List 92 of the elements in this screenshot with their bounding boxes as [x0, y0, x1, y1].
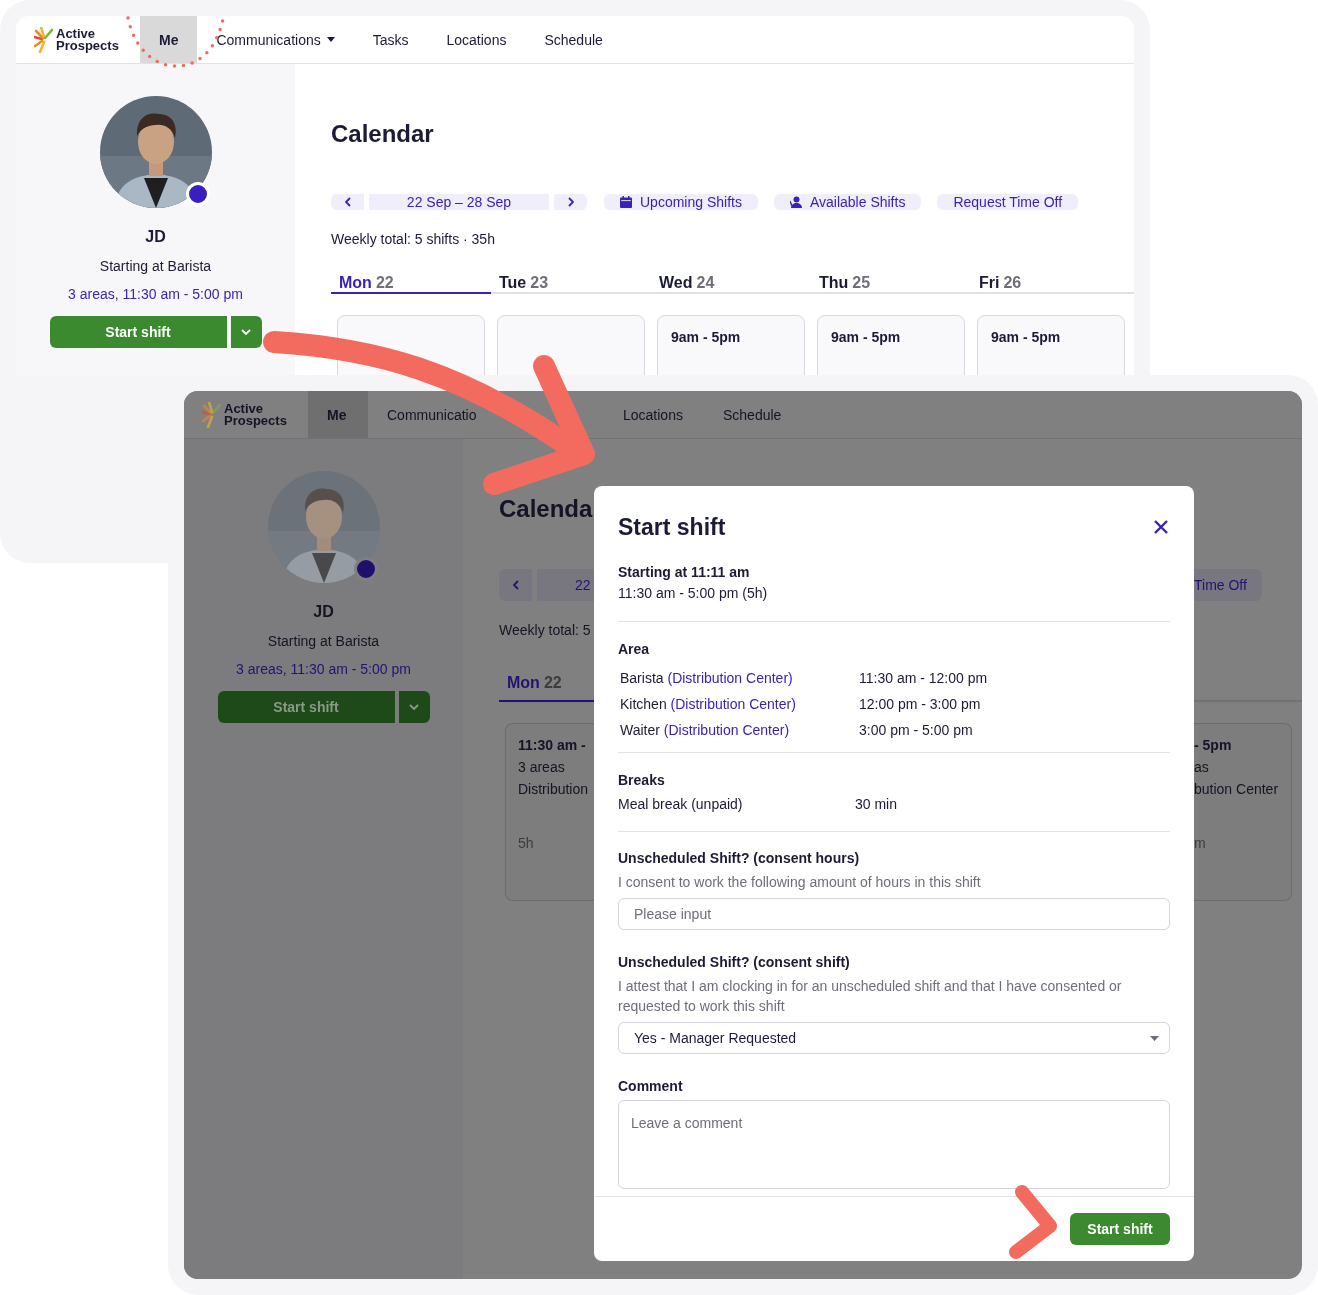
field-label: Unscheduled Shift? (consent shift): [618, 954, 851, 970]
area-label: Kitchen (Distribution Center): [620, 695, 797, 713]
shift-card[interactable]: 9am - 5pm: [817, 315, 965, 375]
field-label: Comment: [618, 1078, 684, 1094]
field-label: Unscheduled Shift? (consent hours): [618, 850, 861, 866]
nav-tab[interactable]: Me: [140, 16, 198, 63]
chevron-down-icon: [241, 329, 251, 335]
logo-text: Active: [224, 402, 265, 415]
area-label: Barista (Distribution Center): [620, 669, 794, 687]
duration-text: m: [1194, 835, 1207, 851]
user-name: JD: [313, 603, 334, 621]
nav-tab[interactable]: Locations: [427, 16, 526, 63]
day-tab[interactable]: Tue 23: [491, 274, 651, 294]
hours-input-field[interactable]: Please input: [618, 898, 1170, 930]
status-text: Starting at Barista: [267, 633, 380, 649]
shift-range: 11:30 am - 5:00 pm (5h): [618, 584, 769, 602]
location-text: Distribution: [518, 781, 590, 797]
location-link[interactable]: (Distribution Center): [667, 670, 793, 686]
help-text: I attest that I am clocking in for an unscheduled shift and that I have consented or requested to work this shift: [618, 977, 1123, 1016]
location-link[interactable]: (Distribution Center): [670, 696, 796, 712]
action-button[interactable]: Request Time Off: [937, 194, 1079, 210]
logo-text: Prospects: [56, 39, 119, 52]
shift-time: 11:30 am -: [518, 737, 587, 753]
calendar-icon: [620, 196, 632, 208]
day-tab[interactable]: Fri 26: [971, 274, 1131, 294]
break-duration: 30 min: [855, 795, 899, 813]
area-label: Waiter (Distribution Center): [620, 721, 791, 739]
shift-link[interactable]: 3 areas, 11:30 am - 5:00 pm: [236, 661, 411, 677]
nav-tab[interactable]: Communications: [197, 16, 354, 63]
close-icon[interactable]: [1154, 519, 1170, 536]
logo-icon: [202, 401, 222, 428]
start-time: Starting at 11:11 am: [618, 563, 751, 581]
next-week-button[interactable]: [554, 194, 587, 210]
shift-time: - 5pm: [1194, 737, 1233, 753]
previous-week-button[interactable]: [331, 194, 364, 210]
shift-card[interactable]: - 5pm as bution Center m: [1194, 723, 1292, 901]
caret-icon: [1150, 1035, 1159, 1041]
chevron-right-icon: [567, 197, 574, 207]
consent-select[interactable]: Yes - Manager Requested: [618, 1022, 1170, 1054]
page-title: Calendar: [331, 120, 435, 148]
logo-text: Active: [56, 27, 97, 40]
chevron-left-icon: [344, 197, 351, 207]
break-name: Meal break (unpaid): [618, 795, 744, 813]
status-dot: [185, 182, 210, 206]
help-text: I consent to work the following amount of hours in this shift: [618, 873, 982, 892]
comment-field[interactable]: Leave a comment: [618, 1100, 1170, 1189]
dropdown-button[interactable]: [398, 691, 430, 723]
shift-card[interactable]: 9am - 5pm: [977, 315, 1125, 375]
caret-icon: [326, 37, 335, 42]
start-shift-button[interactable]: Start shift: [49, 316, 227, 348]
nav-tab[interactable]: Schedule: [525, 16, 622, 63]
dialog-title: Start shift: [618, 514, 726, 541]
start-shift-button[interactable]: Start shift: [1070, 1213, 1170, 1245]
nav-tab[interactable]: Tasks: [353, 16, 428, 63]
chevron-down-icon: [409, 704, 419, 710]
chevron-left-icon: [512, 580, 519, 590]
section-heading: Breaks: [618, 771, 666, 789]
nav-tab[interactable]: Communicatio: [368, 391, 477, 438]
shift-time: 9am - 5pm: [671, 329, 742, 345]
nav-tab[interactable]: Locations: [604, 391, 704, 438]
action-button[interactable]: Available Shifts: [773, 194, 922, 210]
logo-icon: [34, 26, 54, 53]
date-range-button[interactable]: 22 Sep – 28 Sep: [369, 194, 549, 210]
logo-text: Prospects: [224, 414, 287, 427]
day-tab[interactable]: Mon 22: [331, 274, 491, 294]
status-dot: [353, 557, 378, 581]
area-time: 11:30 am - 12:00 pm: [859, 669, 989, 687]
section-heading: Area: [618, 640, 651, 658]
dropdown-button[interactable]: [230, 316, 262, 348]
shift-link[interactable]: 3 areas, 11:30 am - 5:00 pm: [68, 286, 243, 302]
duration-text: 5h: [518, 835, 535, 851]
user-name: JD: [145, 228, 166, 246]
day-tab[interactable]: Thu 25: [811, 274, 971, 294]
area-time: 12:00 pm - 3:00 pm: [859, 695, 982, 713]
day-tab[interactable]: Wed 24: [651, 274, 811, 294]
action-button[interactable]: Upcoming Shifts: [604, 194, 758, 210]
shift-card[interactable]: 11:30 am - 3 areas Distribution 5h: [505, 723, 594, 901]
nav-tab[interactable]: Schedule: [704, 391, 801, 438]
area-count: 3 areas: [518, 759, 566, 775]
area-time: 3:00 pm - 5:00 pm: [859, 721, 974, 739]
status-text: Starting at Barista: [99, 258, 212, 274]
nav-tab[interactable]: Me: [308, 391, 368, 438]
shift-time: 9am - 5pm: [831, 329, 902, 345]
person-icon: [789, 196, 802, 208]
location-text: bution Center: [1194, 781, 1280, 797]
shift-time: 9am - 5pm: [991, 329, 1062, 345]
location-link[interactable]: (Distribution Center): [663, 722, 790, 738]
area-count: as: [1194, 759, 1210, 775]
shift-card[interactable]: 9am - 5pm: [657, 315, 805, 375]
weekly-total: Weekly total: 5 shifts · 35h: [331, 231, 496, 247]
page-title: Calenda: [499, 495, 594, 523]
weekly-total: Weekly total: 5: [499, 622, 592, 638]
